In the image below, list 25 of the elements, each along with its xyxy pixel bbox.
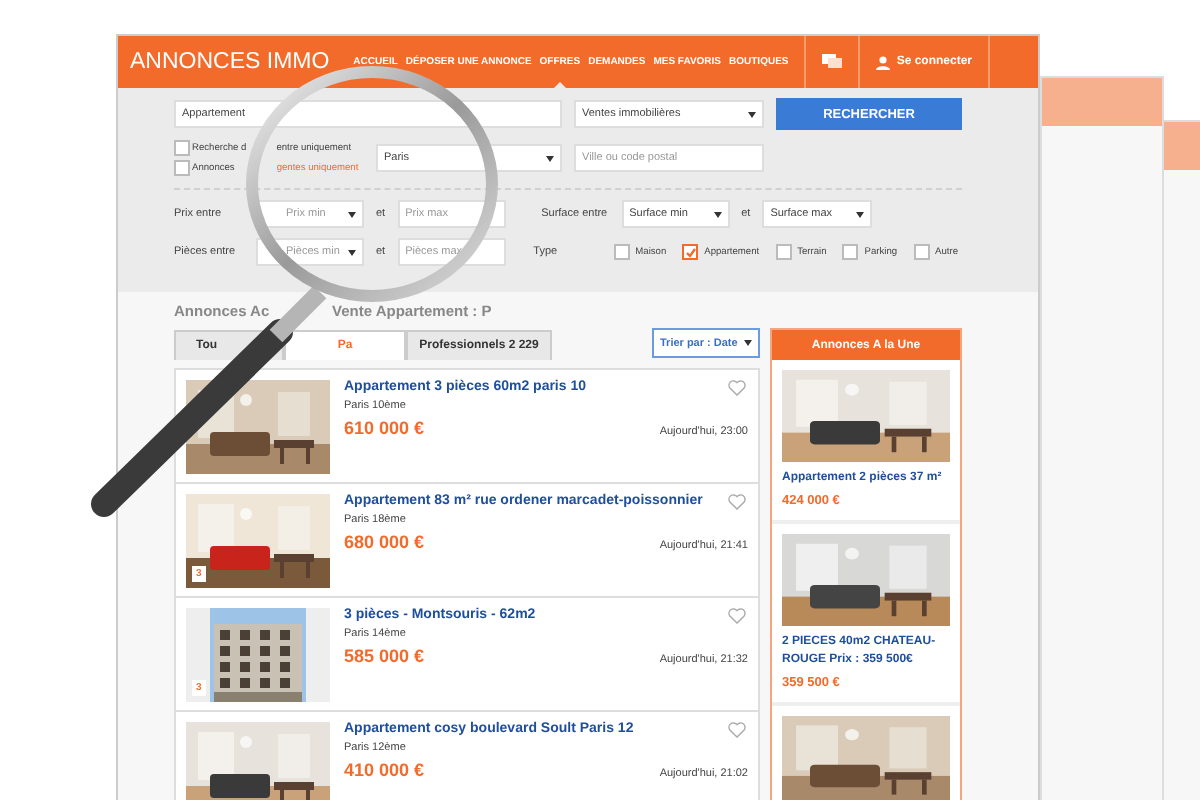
checkbox[interactable] [682, 244, 699, 260]
checkbox[interactable] [775, 244, 792, 260]
checkbox[interactable] [174, 160, 190, 176]
heart-icon[interactable] [728, 722, 746, 738]
checkbox[interactable] [913, 244, 930, 260]
check-icon [685, 247, 696, 257]
caret-icon [748, 111, 756, 117]
caret-icon [546, 155, 554, 161]
listing-price: 680 000 € [344, 532, 425, 552]
caret-icon [348, 211, 356, 217]
listing-price: 610 000 € [344, 418, 425, 438]
caret-icon [856, 211, 865, 217]
caret-icon [348, 249, 356, 255]
checkbox[interactable] [174, 140, 190, 156]
checkbox[interactable] [613, 244, 630, 260]
user-icon [876, 55, 891, 69]
heart-icon[interactable] [728, 380, 746, 396]
caret-icon [713, 211, 722, 217]
chat-icon [822, 54, 843, 70]
heart-icon[interactable] [728, 608, 746, 624]
listing-price: 585 000 € [344, 646, 425, 666]
listing-price: 410 000 € [344, 760, 425, 780]
heart-icon[interactable] [728, 494, 746, 510]
checkbox[interactable] [842, 244, 859, 260]
caret-icon [744, 340, 752, 346]
